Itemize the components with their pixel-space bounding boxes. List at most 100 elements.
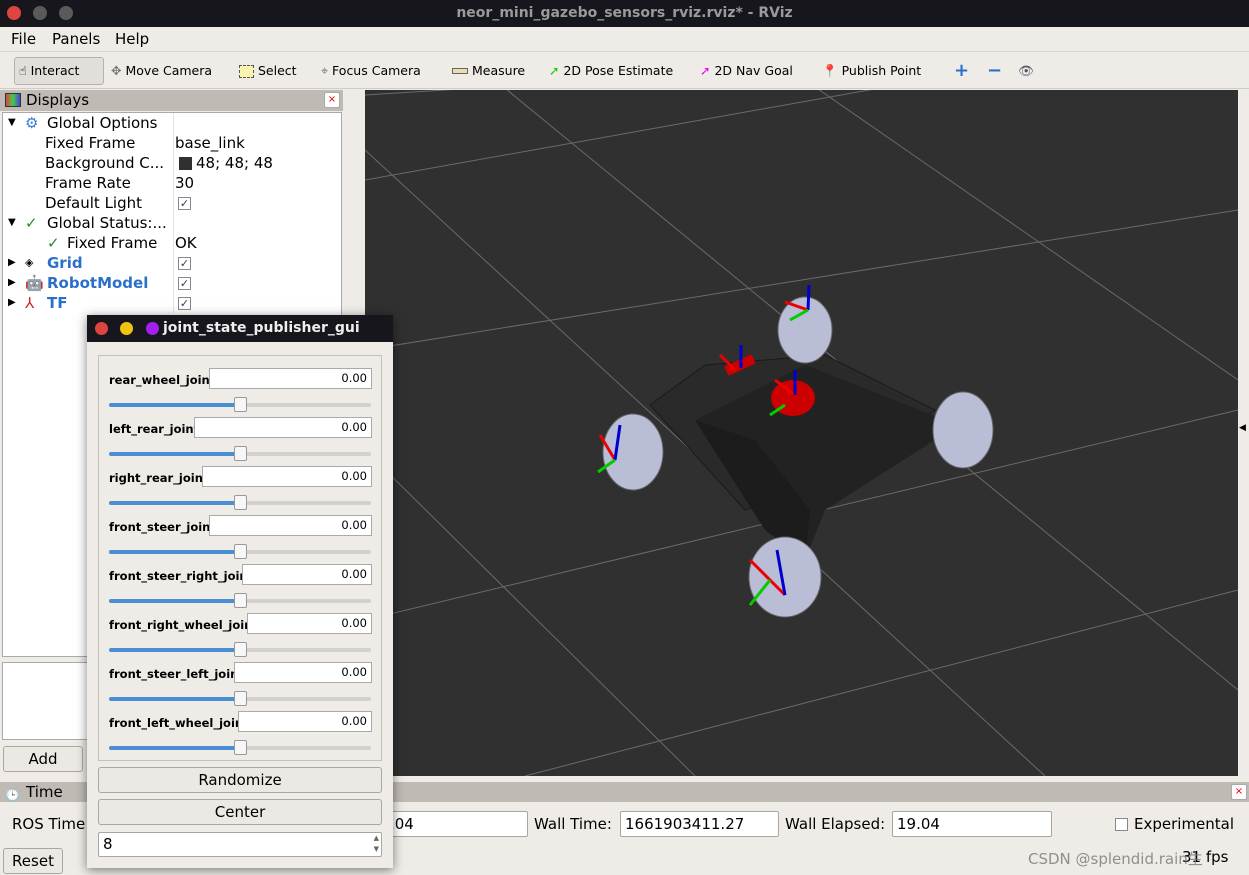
collapsed-arrow-icon[interactable]: ▶ [8, 253, 16, 273]
tree-row-background-color[interactable]: Background C... 48; 48; 48 [3, 153, 341, 173]
window-title: neor_mini_gazebo_sensors_rviz.rviz* - RV… [456, 5, 793, 21]
joint-slider[interactable] [109, 593, 371, 608]
tree-row-tf[interactable]: ▶ ⅄ TF ✓ [3, 293, 341, 313]
joint-value-field[interactable]: 0.00 [247, 613, 372, 634]
grid-icon: ◈ [25, 256, 34, 269]
slider-fill [109, 550, 240, 554]
close-window-button[interactable] [7, 6, 21, 20]
tree-row-grid[interactable]: ▶ ◈ Grid ✓ [3, 253, 341, 273]
robot-model [602, 296, 994, 618]
joint-slider[interactable] [109, 740, 371, 755]
joint-value-field[interactable]: 0.00 [209, 368, 372, 389]
joint-value-field[interactable]: 0.00 [194, 417, 372, 438]
tf-checkbox[interactable]: ✓ [178, 297, 191, 310]
tree-row-default-light[interactable]: Default Light ✓ [3, 193, 341, 213]
wall-time-field[interactable]: 1661903411.27 [620, 811, 779, 837]
view-options-button[interactable]: 👁 [1014, 57, 1038, 85]
slider-fill [109, 452, 240, 456]
jsp-minimize-button[interactable] [120, 322, 133, 335]
joint-value-field[interactable]: 0.00 [209, 515, 372, 536]
joint-slider[interactable] [109, 397, 371, 412]
randomize-button[interactable]: Randomize [98, 767, 382, 793]
ros-time-label: ROS Time [12, 815, 86, 833]
close-panel-button[interactable]: × [324, 92, 340, 108]
spin-box[interactable]: 8 ▲ ▼ [98, 832, 382, 857]
experimental-checkbox[interactable] [1115, 818, 1128, 831]
jsp-title-bar[interactable]: joint_state_publisher_gui [87, 315, 393, 342]
joint-slider[interactable] [109, 495, 371, 510]
collapsed-arrow-icon[interactable]: ▶ [8, 273, 16, 293]
axes-icon: ⅄ [25, 294, 35, 312]
joint-row: front_right_wheel_joint 0.00 [99, 605, 381, 657]
close-time-panel-button[interactable]: × [1231, 784, 1247, 800]
collapse-arrow-icon: ◀ [1239, 423, 1246, 433]
tree-row-fixed-frame-status[interactable]: ✓ Fixed Frame OK [3, 233, 341, 253]
collapsed-arrow-icon[interactable]: ▶ [8, 293, 16, 313]
remove-tool-button[interactable]: − [983, 57, 1006, 85]
joint-slider[interactable] [109, 691, 371, 706]
select-tool[interactable]: Select [235, 57, 301, 85]
joint-row: front_steer_left_joint 0.00 [99, 654, 381, 706]
expand-arrow-icon[interactable]: ▼ [8, 213, 16, 233]
magenta-arrow-icon: ➚ [700, 63, 711, 78]
green-arrow-icon: ➚ [549, 63, 560, 78]
tree-row-global-status[interactable]: ▼ ✓ Global Status:... [3, 213, 341, 233]
menu-file[interactable]: File [11, 30, 36, 48]
menu-bar: File Panels Help [0, 27, 1249, 52]
robot-icon: 🤖 [25, 274, 44, 292]
menu-panels[interactable]: Panels [52, 30, 100, 48]
minimize-window-button[interactable] [33, 6, 47, 20]
spin-arrows-icon[interactable]: ▲ ▼ [374, 833, 379, 855]
jsp-maximize-button[interactable] [146, 322, 159, 335]
joint-value-field[interactable]: 0.00 [242, 564, 372, 585]
interact-tool[interactable]: ☝ Interact [14, 57, 104, 85]
2d-nav-goal-tool[interactable]: ➚ 2D Nav Goal [696, 57, 797, 85]
tree-row-frame-rate[interactable]: Frame Rate 30 [3, 173, 341, 193]
2d-pose-estimate-tool[interactable]: ➚ 2D Pose Estimate [545, 57, 677, 85]
joint-slider[interactable] [109, 544, 371, 559]
right-panel-toggle[interactable]: ◀ [1238, 90, 1249, 776]
joint-value-field[interactable]: 0.00 [234, 662, 372, 683]
select-icon [239, 64, 254, 78]
slider-handle[interactable] [234, 740, 247, 755]
scene-svg [365, 90, 1238, 776]
ros-time-field[interactable]: .04 [385, 811, 528, 837]
move-camera-icon: ✥ [111, 63, 122, 78]
tree-row-robotmodel[interactable]: ▶ 🤖 RobotModel ✓ [3, 273, 341, 293]
experimental-label: Experimental [1134, 815, 1235, 833]
add-display-button[interactable]: Add [3, 746, 83, 772]
grid-checkbox[interactable]: ✓ [178, 257, 191, 270]
joint-name: front_right_wheel_joint [109, 618, 258, 632]
joint-name: front_steer_left_joint [109, 667, 244, 681]
reset-button[interactable]: Reset [3, 848, 63, 874]
maximize-window-button[interactable] [59, 6, 73, 20]
joint-slider[interactable] [109, 642, 371, 657]
center-button[interactable]: Center [98, 799, 382, 825]
joint-slider[interactable] [109, 446, 371, 461]
focus-camera-tool[interactable]: ⌖ Focus Camera [317, 57, 425, 85]
joint-row: front_steer_joint 0.00 [99, 507, 381, 559]
default-light-checkbox[interactable]: ✓ [178, 197, 191, 210]
3d-render-view[interactable] [365, 90, 1238, 776]
move-camera-tool[interactable]: ✥ Move Camera [107, 57, 216, 85]
jsp-title: joint_state_publisher_gui [163, 320, 360, 336]
expand-arrow-icon[interactable]: ▼ [8, 113, 16, 133]
tree-row-global-options[interactable]: ▼ ⚙ Global Options [3, 113, 341, 133]
eye-icon: 👁 [1018, 63, 1034, 78]
menu-help[interactable]: Help [115, 30, 149, 48]
joint-row: rear_wheel_joint 0.00 [99, 360, 381, 412]
measure-tool[interactable]: Measure [448, 57, 529, 85]
robotmodel-checkbox[interactable]: ✓ [178, 277, 191, 290]
color-swatch [179, 157, 192, 170]
publish-point-tool[interactable]: 📍 Publish Point [818, 57, 925, 85]
clock-icon: 🕒 [5, 788, 20, 802]
slider-fill [109, 648, 240, 652]
wall-elapsed-field[interactable]: 19.04 [892, 811, 1052, 837]
jsp-close-button[interactable] [95, 322, 108, 335]
add-tool-button[interactable]: + [950, 57, 973, 85]
joint-value-field[interactable]: 0.00 [238, 711, 372, 732]
tree-row-fixed-frame[interactable]: Fixed Frame base_link [3, 133, 341, 153]
displays-header: Displays × [0, 90, 343, 111]
wall-elapsed-label: Wall Elapsed: [785, 815, 886, 833]
joint-value-field[interactable]: 0.00 [202, 466, 372, 487]
